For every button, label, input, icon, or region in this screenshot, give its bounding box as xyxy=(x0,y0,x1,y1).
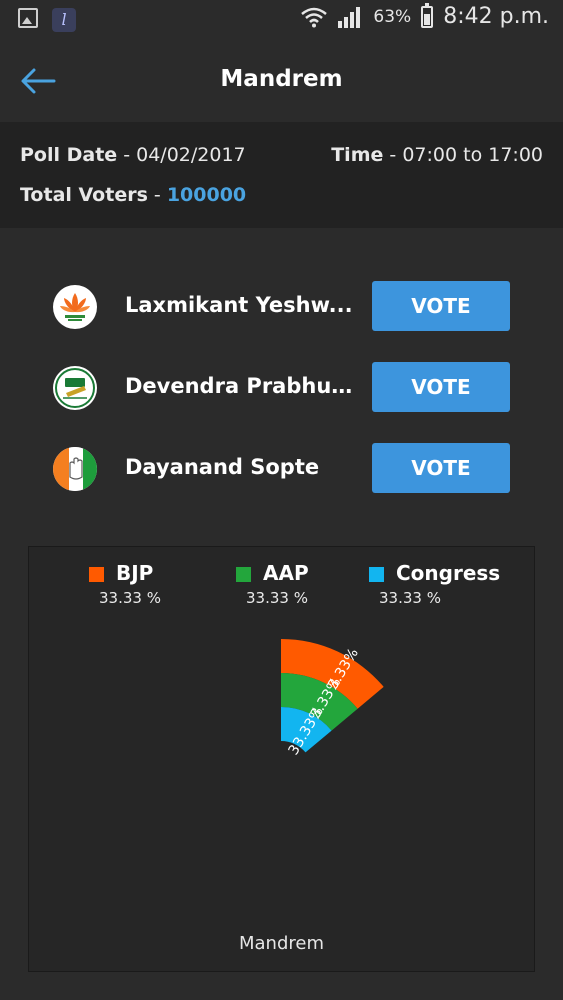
candidate-name: Devendra Prabhu... xyxy=(125,374,355,398)
chart-title: Mandrem xyxy=(238,933,324,954)
candidate-name: Laxmikant Yeshw... xyxy=(125,293,353,317)
poll-date-value: 04/02/2017 xyxy=(136,144,246,166)
clock: 8:42 p.m. xyxy=(443,4,549,29)
separator: - xyxy=(147,184,167,206)
separator: - xyxy=(117,144,137,166)
app-bar: Mandrem xyxy=(0,40,563,122)
battery-percent: 63% xyxy=(373,6,412,27)
candidate-row: Dayanand Sopte VOTE xyxy=(0,442,563,496)
signal-icon xyxy=(338,6,361,28)
candidate-row: Laxmikant Yeshw... VOTE xyxy=(0,280,563,334)
total-voters-label: Total Voters xyxy=(20,184,148,206)
gallery-icon xyxy=(18,8,38,28)
candidate-row: Devendra Prabhu... VOTE xyxy=(0,361,563,415)
aap-broom-icon xyxy=(53,366,97,410)
congress-hand-icon xyxy=(53,447,97,491)
page-title: Mandrem xyxy=(220,66,343,92)
candidate-name: Dayanand Sopte xyxy=(125,455,320,479)
poll-date-label: Poll Date xyxy=(20,144,118,166)
poll-date: Poll Date - 04/02/2017 xyxy=(20,144,246,166)
status-bar: l 63% 8:42 p.m. xyxy=(0,0,563,40)
vote-button[interactable]: VOTE xyxy=(372,281,510,331)
bjp-lotus-icon xyxy=(53,285,97,329)
poll-time: Time - 07:00 to 17:00 xyxy=(331,144,543,166)
poll-info-bar: Poll Date - 04/02/2017 Time - 07:00 to 1… xyxy=(0,122,563,228)
time-label: Time xyxy=(331,144,384,166)
time-value: 07:00 to 17:00 xyxy=(402,144,543,166)
total-voters: Total Voters - 100000 xyxy=(20,184,246,206)
radial-bar-chart: 33.33%33.33%33.33% xyxy=(281,639,384,758)
total-voters-value: 100000 xyxy=(166,184,247,206)
battery-icon xyxy=(421,2,434,28)
wifi-icon xyxy=(301,7,328,27)
app-notification-icon: l xyxy=(52,8,76,32)
vote-button[interactable]: VOTE xyxy=(372,443,510,493)
results-chart: BJP 33.33 % AAP 33.33 % Congress 33.33 %… xyxy=(28,546,535,972)
separator: - xyxy=(383,144,403,166)
vote-button[interactable]: VOTE xyxy=(372,362,510,412)
